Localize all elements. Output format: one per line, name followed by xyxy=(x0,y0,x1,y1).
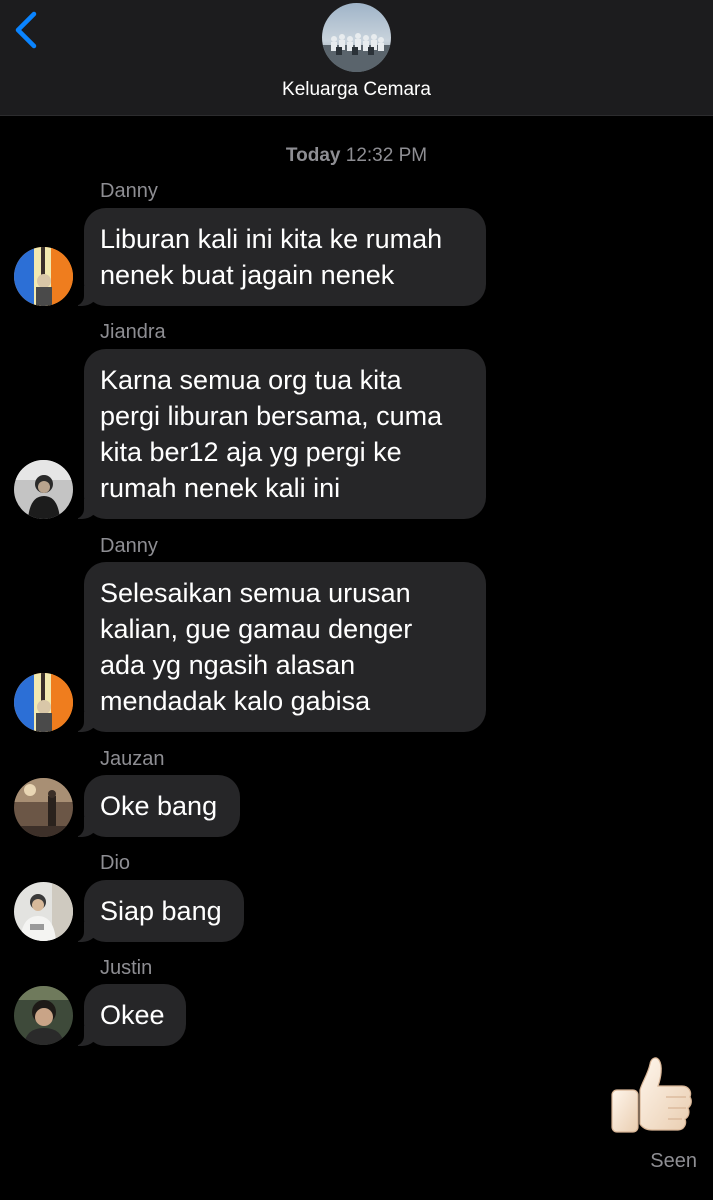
chevron-left-icon xyxy=(15,11,37,49)
message-text: Okee xyxy=(100,1000,165,1030)
avatar[interactable] xyxy=(14,673,73,732)
sender-name: Dio xyxy=(100,852,131,874)
message-bubble[interactable]: Liburan kali ini kita ke rumah nenek bua… xyxy=(70,208,486,306)
message-text: Oke bang xyxy=(100,791,218,821)
message-bubble[interactable]: Oke bang xyxy=(70,775,240,837)
avatar[interactable] xyxy=(14,986,73,1045)
message-bubble[interactable]: Siap bang xyxy=(70,880,244,942)
sender-name: Jiandra xyxy=(100,321,166,343)
thumbs-up-icon[interactable] xyxy=(606,1052,698,1144)
message-text: Siap bang xyxy=(100,896,222,926)
chat-header: Keluarga Cemara xyxy=(0,0,713,116)
sender-name: Danny xyxy=(100,535,158,557)
seen-status: Seen xyxy=(650,1150,697,1172)
message-text: Selesaikan semua urusan kalian, gue gama… xyxy=(100,578,413,716)
back-button[interactable] xyxy=(8,8,48,52)
message-text: Liburan kali ini kita ke rumah nenek bua… xyxy=(100,224,443,290)
group-avatar[interactable] xyxy=(322,3,391,72)
sender-name: Danny xyxy=(100,180,158,202)
avatar[interactable] xyxy=(14,778,73,837)
timestamp-day: Today xyxy=(285,145,341,166)
avatar[interactable] xyxy=(14,460,73,519)
chat-timestamp: Today 12:32 PM xyxy=(0,145,713,167)
message-bubble[interactable]: Okee xyxy=(70,984,186,1046)
avatar[interactable] xyxy=(14,882,73,941)
message-bubble[interactable]: Selesaikan semua urusan kalian, gue gama… xyxy=(70,562,486,732)
message-bubble[interactable]: Karna semua org tua kita pergi liburan b… xyxy=(70,349,486,519)
group-name[interactable]: Keluarga Cemara xyxy=(0,79,713,101)
message-text: Karna semua org tua kita pergi liburan b… xyxy=(100,365,443,503)
sender-name: Justin xyxy=(100,957,153,979)
avatar[interactable] xyxy=(14,247,73,306)
sender-name: Jauzan xyxy=(100,748,165,770)
timestamp-time: 12:32 PM xyxy=(345,145,428,166)
